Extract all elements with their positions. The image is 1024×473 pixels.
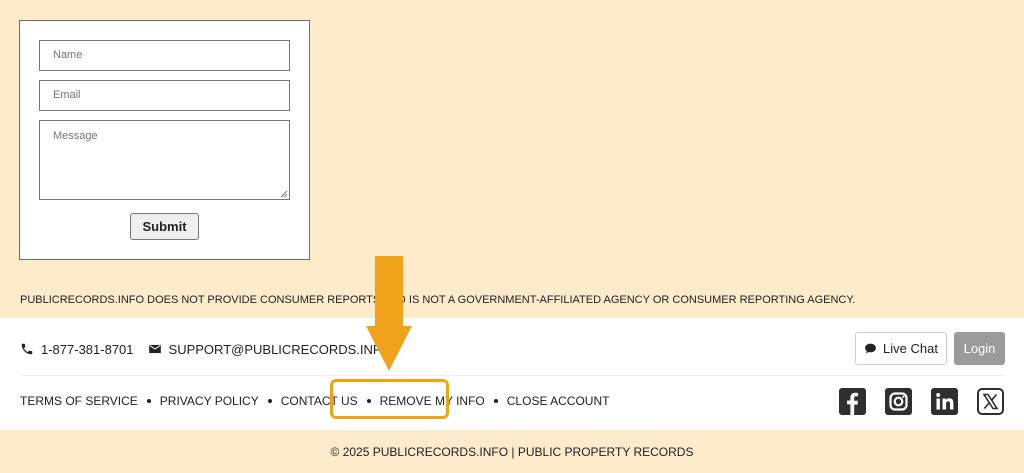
live-chat-label: Live Chat [883,341,938,356]
email-field[interactable]: Email [39,80,290,111]
disclaimer-text: PUBLICRECORDS.INFO DOES NOT PROVIDE CONS… [20,294,856,306]
message-placeholder: Message [53,130,98,142]
privacy-policy-link[interactable]: PRIVACY POLICY [160,394,259,408]
copyright-text: © 2025 PUBLICRECORDS.INFO | PUBLIC PROPE… [330,445,694,459]
support-email[interactable]: SUPPORT@PUBLICRECORDS.INFO [169,342,391,357]
name-field[interactable]: Name [39,40,290,71]
phone-icon [21,343,33,355]
contact-row: 1-877-381-8701 SUPPORT@PUBLICRECORDS.INF… [20,342,405,357]
social-links [839,388,1004,415]
message-field[interactable]: Message [39,120,290,200]
facebook-icon[interactable] [839,388,866,415]
separator-dot [493,399,498,403]
linkedin-icon[interactable] [931,388,958,415]
footer-links: TERMS OF SERVICE PRIVACY POLICY CONTACT … [20,394,609,408]
x-icon[interactable] [977,388,1004,415]
footer-divider [20,375,1005,376]
down-arrow-icon [366,256,412,371]
envelope-icon [148,344,161,354]
instagram-icon[interactable] [885,388,912,415]
highlight-box [330,379,449,419]
contact-form: Name Email Message Submit [19,20,310,260]
separator-dot [267,399,272,403]
submit-button[interactable]: Submit [130,213,199,240]
close-account-link[interactable]: CLOSE ACCOUNT [507,394,610,408]
live-chat-button[interactable]: Live Chat [855,332,947,365]
login-button[interactable]: Login [954,332,1005,365]
phone-number[interactable]: 1-877-381-8701 [41,342,134,357]
resize-grip-icon[interactable] [280,190,288,198]
terms-of-service-link[interactable]: TERMS OF SERVICE [20,394,138,408]
separator-dot [146,399,151,403]
chat-bubble-icon [865,343,876,354]
